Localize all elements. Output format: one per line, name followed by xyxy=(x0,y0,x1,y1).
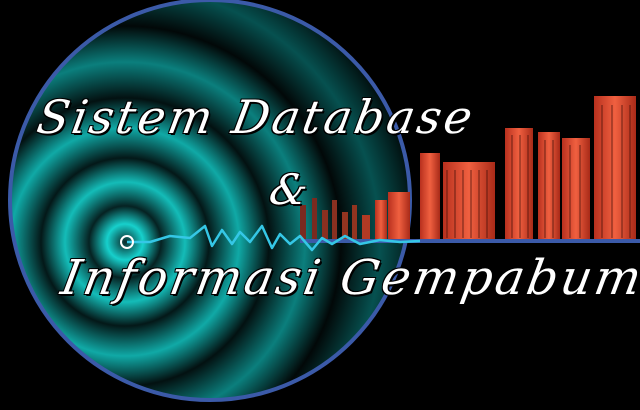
seismic-wave-rings xyxy=(8,0,412,402)
banner-graphic xyxy=(0,0,640,410)
title-line-1: Sistem Database xyxy=(33,90,480,144)
title-ampersand: & xyxy=(265,165,315,214)
title-line-2: Informasi Gempabumi xyxy=(57,250,640,306)
